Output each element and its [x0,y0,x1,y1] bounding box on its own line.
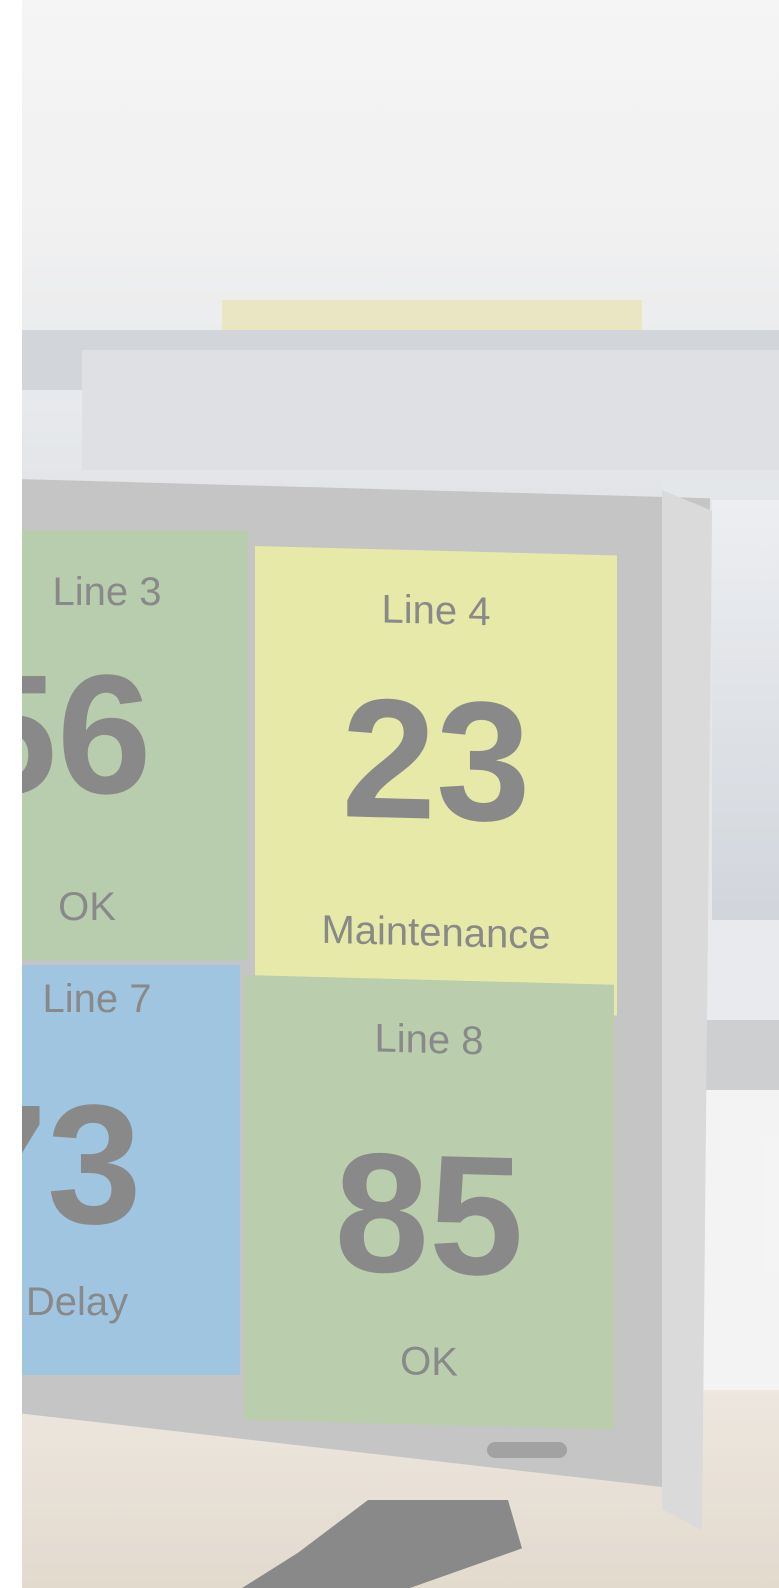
haze-overlay [22,0,779,1588]
photo-scene: Line 3 56 OK Line 4 23 Maintenance Line … [22,0,779,1588]
